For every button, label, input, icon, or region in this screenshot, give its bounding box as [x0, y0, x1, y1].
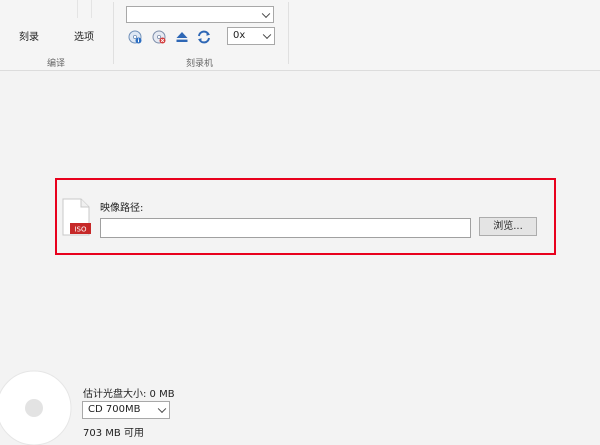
group-divider — [113, 2, 114, 64]
group-divider — [288, 2, 289, 64]
drive-select[interactable] — [126, 6, 274, 23]
disc-info-icon[interactable] — [128, 30, 142, 44]
erase-disc-icon[interactable] — [152, 30, 166, 44]
recorder-group-label: 刻录机 — [186, 59, 214, 69]
iso-file-icon: ISO — [62, 198, 91, 236]
image-path-input[interactable] — [100, 218, 471, 238]
chevron-down-icon — [157, 404, 167, 414]
image-path-label: 映像路径: — [100, 203, 144, 214]
disc-type-value: CD 700MB — [88, 404, 141, 415]
ribbon-edge — [77, 0, 78, 18]
speed-select[interactable]: 0x — [227, 27, 275, 45]
burn-button[interactable]: 刻录 — [17, 28, 41, 48]
speed-select-value: 0x — [233, 30, 246, 41]
ribbon-toolbar: 刻录 选项 编译 0x 刻录机 — [0, 0, 600, 71]
iso-badge: ISO — [74, 226, 87, 234]
disc-icon — [0, 370, 72, 445]
options-button[interactable]: 选项 — [72, 28, 96, 48]
edit-group-label: 编译 — [47, 59, 66, 69]
eject-icon[interactable] — [175, 30, 189, 44]
disc-type-select[interactable]: CD 700MB — [82, 401, 170, 419]
available-space: 703 MB 可用 — [83, 428, 144, 439]
chevron-down-icon — [262, 30, 272, 40]
estimated-disc-size: 估计光盘大小: 0 MB — [83, 389, 175, 400]
ribbon-edge — [91, 0, 92, 18]
browse-button[interactable]: 浏览... — [479, 217, 537, 236]
refresh-icon[interactable] — [197, 30, 211, 44]
chevron-down-icon — [261, 9, 271, 18]
